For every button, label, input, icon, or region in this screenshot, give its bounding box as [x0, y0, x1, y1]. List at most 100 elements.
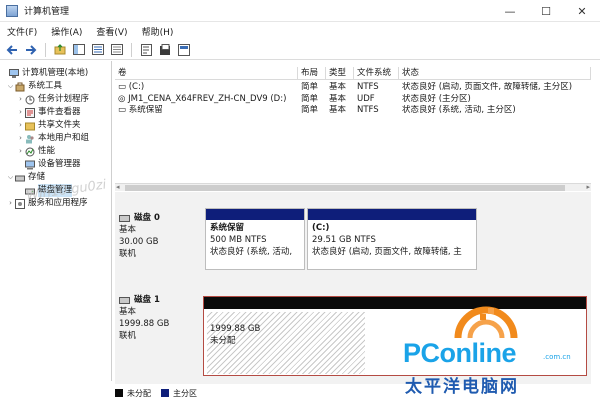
back-arrow-icon[interactable]: [4, 42, 20, 58]
disk-type: 基本: [119, 225, 137, 235]
minimize-button[interactable]: —: [492, 0, 528, 22]
chevron-right-icon[interactable]: ›: [16, 106, 25, 119]
up-folder-icon[interactable]: [52, 42, 68, 58]
volume-name: JM1_CENA_X64FREV_ZH-CN_DV9 (D:): [128, 93, 287, 104]
primary-partition-bar: [308, 209, 476, 220]
chevron-right-icon[interactable]: ›: [16, 132, 25, 145]
watermark-domain: .com.cn: [543, 353, 571, 361]
menu-view[interactable]: 查看(V): [89, 25, 134, 38]
tree-item-label: 设备管理器: [38, 159, 81, 169]
storage-icon: [15, 175, 25, 181]
clock-icon: [25, 95, 35, 104]
column-header-volume[interactable]: 卷: [115, 67, 298, 79]
layout-cell: 简单: [301, 82, 319, 92]
window-controls: — ☐ ✕: [492, 0, 600, 22]
list-view-icon[interactable]: [90, 42, 106, 58]
tree-item-system-tools[interactable]: ⌵ 系统工具: [0, 80, 111, 93]
tree-item-root[interactable]: 计算机管理(本地): [0, 67, 111, 80]
details-view-icon[interactable]: [109, 42, 125, 58]
column-header-layout[interactable]: 布局: [298, 67, 326, 79]
status-cell: 状态良好 (系统, 活动, 主分区): [402, 105, 516, 115]
users-icon: [26, 134, 34, 143]
disk0-info[interactable]: 磁盘 0 基本 30.00 GB 联机: [115, 212, 195, 260]
tree-item-task-scheduler[interactable]: › 任务计划程序: [0, 93, 111, 106]
status-cell: 状态良好 (启动, 页面文件, 故障转储, 主分区): [402, 82, 573, 92]
drive-icon: ▭: [118, 105, 129, 115]
partition-size: 500 MB NTFS: [210, 235, 267, 245]
table-row[interactable]: ▭ (C:) 简单 基本 NTFS 状态良好 (启动, 页面文件, 故障转储, …: [115, 82, 591, 94]
partition-c-drive[interactable]: (C:) 29.51 GB NTFS 状态良好 (启动, 页面文件, 故障转储,…: [307, 208, 477, 270]
watermark-cn: 太平洋电脑网: [405, 377, 519, 397]
column-header-type[interactable]: 类型: [326, 67, 354, 79]
menu-file[interactable]: 文件(F): [0, 25, 44, 38]
disk1-info[interactable]: 磁盘 1 基本 1999.88 GB 联机: [115, 294, 195, 342]
window-title: 计算机管理: [24, 7, 70, 17]
disk-type: 基本: [119, 307, 137, 317]
scroll-left-icon[interactable]: ◂: [116, 183, 120, 191]
disk-state: 联机: [119, 331, 137, 341]
tree-item-label: 性能: [38, 146, 56, 156]
partition-system-reserved[interactable]: 系统保留 500 MB NTFS 状态良好 (系统, 活动,: [205, 208, 305, 270]
partition-size: 29.51 GB NTFS: [312, 235, 376, 245]
disk-size: 1999.88 GB: [119, 319, 170, 329]
legend-swatch-unallocated: [115, 389, 123, 397]
table-row[interactable]: ▭ 系统保留 简单 基本 NTFS 状态良好 (系统, 活动, 主分区): [115, 105, 591, 117]
tree-item-performance[interactable]: › 性能: [0, 145, 111, 158]
performance-icon: [25, 147, 35, 156]
tree-item-event-viewer[interactable]: › 事件查看器: [0, 106, 111, 119]
chevron-down-icon[interactable]: ⌵: [6, 80, 15, 93]
title-bar: 计算机管理 — ☐ ✕: [0, 0, 600, 22]
disk-state: 联机: [119, 249, 137, 259]
scrollbar-thumb[interactable]: [125, 185, 565, 191]
table-row[interactable]: ◎ JM1_CENA_X64FREV_ZH-CN_DV9 (D:) 简单 基本 …: [115, 94, 591, 106]
volume-cell: ▭ (C:): [115, 82, 298, 94]
event-viewer-icon: [25, 107, 35, 118]
column-header-status[interactable]: 状态: [399, 67, 591, 79]
toolbar: [0, 40, 600, 60]
tree-item-label: 存储: [28, 172, 46, 182]
properties-icon[interactable]: [138, 42, 154, 58]
computer-icon: [9, 68, 19, 78]
chevron-right-icon[interactable]: ›: [16, 145, 25, 158]
maximize-button[interactable]: ☐: [528, 0, 564, 22]
horizontal-scrollbar[interactable]: ◂ ▸: [115, 183, 591, 191]
services-icon: [15, 198, 25, 209]
menu-bar: 文件(F) 操作(A) 查看(V) 帮助(H): [0, 22, 600, 40]
menu-help[interactable]: 帮助(H): [135, 25, 181, 38]
partition-status: 状态良好 (启动, 页面文件, 故障转储, 主: [312, 247, 462, 257]
column-header-filesystem[interactable]: 文件系统: [354, 67, 399, 79]
help-book-icon[interactable]: [157, 42, 173, 58]
tree-item-shared-folders[interactable]: › 共享文件夹: [0, 119, 111, 132]
close-button[interactable]: ✕: [564, 0, 600, 22]
primary-partition-bar: [206, 209, 304, 220]
tree-item-device-manager[interactable]: 设备管理器: [0, 158, 111, 171]
chevron-down-icon[interactable]: ⌵: [6, 171, 15, 184]
tree-item-label: 本地用户和组: [38, 133, 90, 143]
chevron-right-icon[interactable]: ›: [6, 197, 15, 210]
type-cell: 基本: [329, 82, 347, 92]
unallocated-size: 1999.88 GB: [210, 324, 261, 334]
tree-item-label: 共享文件夹: [38, 120, 81, 130]
watermark-brand: PConline: [403, 338, 517, 368]
unallocated-bar: [204, 297, 586, 309]
tools-icon: [15, 82, 25, 91]
layout-cell: 简单: [301, 105, 319, 115]
computer-management-icon: [6, 4, 18, 17]
view-icon[interactable]: [176, 42, 192, 58]
forward-arrow-icon[interactable]: [23, 42, 39, 58]
legend-swatch-primary: [161, 389, 169, 397]
legend-label-unallocated: 未分配: [127, 388, 151, 398]
tree-item-label: 事件查看器: [38, 107, 81, 117]
chevron-right-icon[interactable]: ›: [16, 93, 25, 106]
filesystem-cell: NTFS: [357, 82, 379, 92]
partition-status: 状态良好 (系统, 活动,: [210, 247, 293, 257]
disk-icon: [119, 214, 130, 222]
volume-name: (C:): [128, 82, 145, 92]
volume-list-header: 卷 布局 类型 文件系统 状态: [115, 67, 591, 80]
scroll-right-icon[interactable]: ▸: [586, 183, 590, 191]
menu-action[interactable]: 操作(A): [44, 25, 89, 38]
legend: 未分配 主分区: [115, 386, 197, 400]
show-tree-icon[interactable]: [71, 42, 87, 58]
chevron-right-icon[interactable]: ›: [16, 119, 25, 132]
tree-item-local-users[interactable]: › 本地用户和组: [0, 132, 111, 145]
